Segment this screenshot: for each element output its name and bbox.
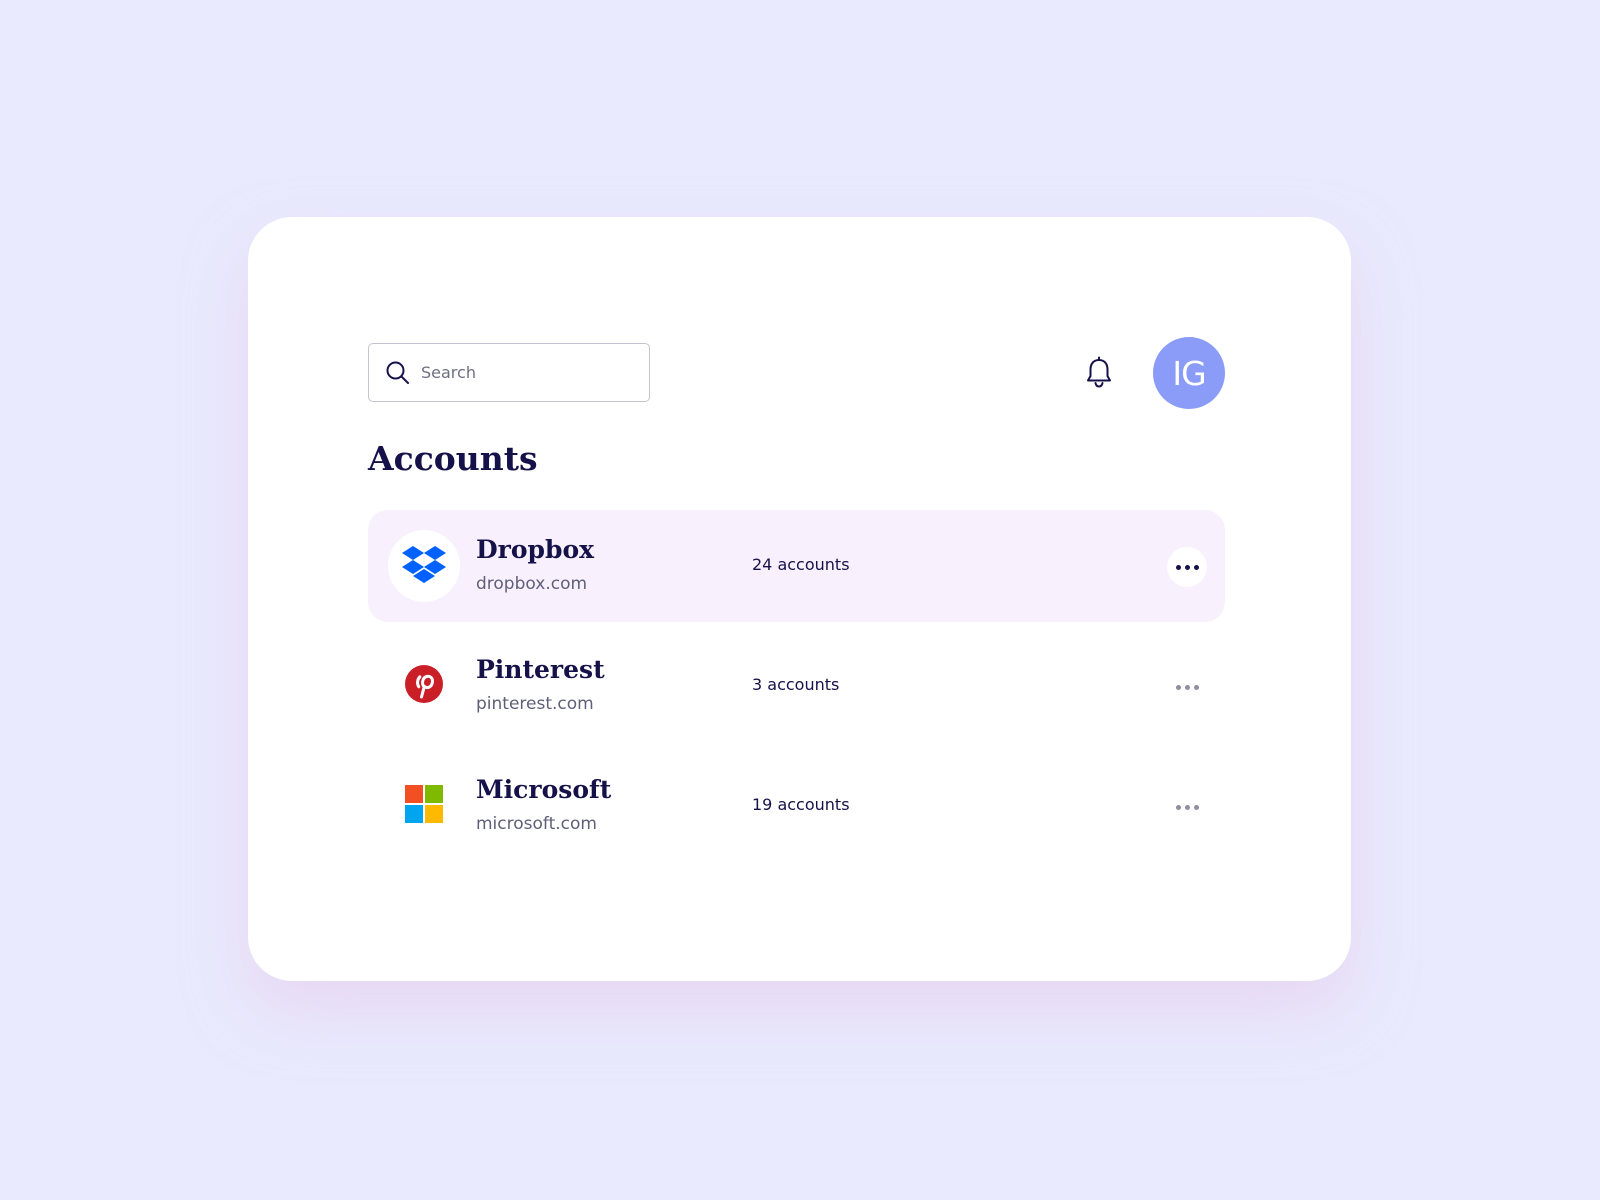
search-input[interactable] [419,362,643,383]
account-row-microsoft[interactable]: Microsoft microsoft.com 19 accounts [368,750,1225,862]
more-options-button[interactable] [1167,547,1207,587]
account-logo [388,650,460,722]
more-dots-icon [1175,684,1181,690]
account-count: 19 accounts [752,795,850,814]
avatar-initials: IG [1172,353,1206,393]
microsoft-icon [404,784,444,828]
account-domain: dropbox.com [476,574,588,594]
more-dots-icon [1175,804,1181,810]
account-name: Pinterest [476,655,605,684]
account-domain: microsoft.com [476,814,597,834]
more-dots-icon [1175,564,1181,570]
accounts-card: IG Accounts Dropbo [248,217,1351,981]
account-row-dropbox[interactable]: Dropbox dropbox.com 24 accounts [368,510,1225,622]
user-avatar[interactable]: IG [1153,337,1225,409]
more-options-button[interactable] [1167,667,1207,707]
account-count: 3 accounts [752,675,840,694]
more-options-button[interactable] [1167,787,1207,827]
accounts-list: Dropbox dropbox.com 24 accounts Pinteres… [368,510,1225,870]
page-title: Accounts [368,439,538,478]
search-icon [385,360,411,386]
account-logo [388,770,460,842]
pinterest-icon [404,664,444,708]
bell-icon [1081,356,1117,395]
account-name: Dropbox [476,535,595,564]
account-logo [388,530,460,602]
dropbox-icon [402,544,446,588]
account-row-pinterest[interactable]: Pinterest pinterest.com 3 accounts [368,630,1225,742]
account-count: 24 accounts [752,555,850,574]
notifications-button[interactable] [1081,355,1117,391]
account-name: Microsoft [476,775,612,804]
account-domain: pinterest.com [476,694,594,714]
search-box[interactable] [368,343,650,402]
